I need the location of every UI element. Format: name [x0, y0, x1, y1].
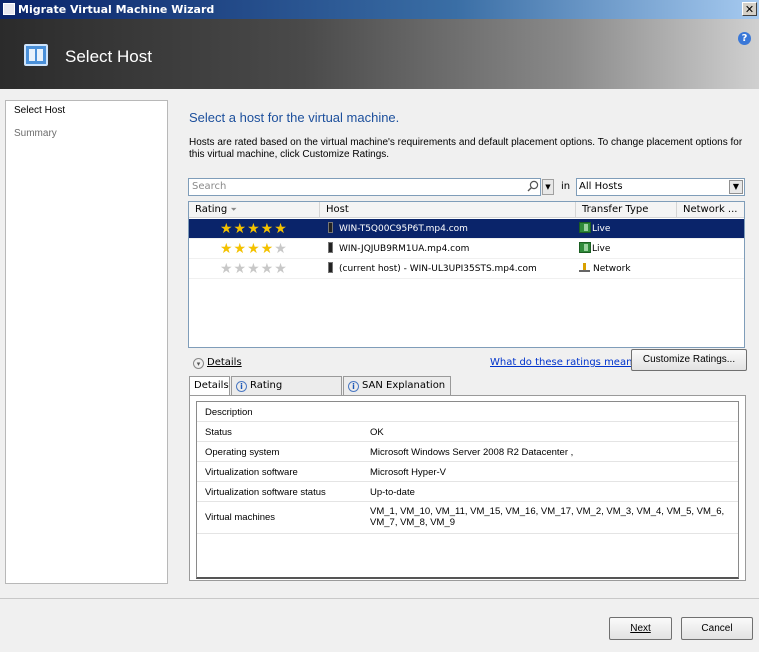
title-bar: Migrate Virtual Machine Wizard ✕ [0, 0, 759, 19]
collapse-chevron-icon: ▾ [193, 358, 204, 369]
table-row[interactable]: ★★★★★ WIN-T5Q00C95P6T.mp4.com Live [189, 219, 744, 239]
transfer-type-cell: Live [579, 219, 610, 239]
column-header-rating[interactable]: Rating ⏷ [189, 202, 320, 217]
page-title: Select Host [65, 47, 152, 66]
property-key: Virtualization software status [205, 487, 326, 498]
rating-stars: ★★★★★ [220, 241, 288, 257]
search-scope-label: in [561, 181, 571, 192]
property-value: Microsoft Hyper-V [370, 467, 447, 478]
transfer-type-cell: Live [579, 239, 610, 259]
host-scope-select[interactable]: All Hosts ▼ [576, 178, 745, 196]
tab-rating-explanation[interactable]: iRating Explanation [231, 376, 342, 408]
server-icon [328, 242, 333, 253]
table-row[interactable]: ★★★★★ WIN-JQJUB9RM1UA.mp4.com Live [189, 239, 744, 259]
server-icon [328, 262, 333, 273]
property-row: Virtualization software Microsoft Hyper-… [197, 462, 738, 482]
property-row: Operating system Microsoft Windows Serve… [197, 442, 738, 462]
wizard-body: Select Host Summary Select a host for th… [0, 89, 759, 652]
grid-header: Rating ⏷ Host Transfer Type Network ... [189, 202, 744, 218]
host-scope-value: All Hosts [579, 181, 623, 192]
wizard-app-icon [3, 3, 15, 15]
wizard-header: Select Host ? [0, 19, 759, 89]
tab-san-explanation[interactable]: i SAN Explanation [343, 376, 451, 395]
sidebar-item-select-host[interactable]: Select Host [6, 101, 167, 124]
column-header-network[interactable]: Network ... [677, 202, 744, 217]
property-grid: Description Status OK Operating system M… [196, 401, 739, 579]
property-key: Description [205, 407, 253, 418]
property-value: OK [370, 427, 384, 438]
help-icon[interactable]: ? [738, 32, 751, 45]
description-text: Hosts are rated based on the virtual mac… [189, 137, 743, 160]
network-icon [579, 263, 590, 272]
property-value: VM_1, VM_10, VM_11, VM_15, VM_16, VM_17,… [370, 506, 725, 528]
info-icon: i [348, 381, 359, 392]
property-key: Virtual machines [205, 512, 276, 523]
column-header-host[interactable]: Host [320, 202, 576, 217]
details-toggle-label: Details [207, 357, 242, 368]
rating-stars: ★★★★★ [220, 261, 288, 277]
sort-desc-icon: ⏷ [230, 205, 237, 214]
sidebar-item-summary[interactable]: Summary [6, 124, 167, 147]
host-cell: (current host) - WIN-UL3UPI35STS.mp4.com [328, 259, 537, 279]
property-row: Virtualization software status Up-to-dat… [197, 482, 738, 502]
property-value: Microsoft Windows Server 2008 R2 Datacen… [370, 447, 574, 458]
info-icon: i [236, 381, 247, 392]
details-panel: Description Status OK Operating system M… [189, 395, 746, 581]
footer-divider [0, 598, 759, 599]
next-button[interactable]: Next [609, 617, 672, 640]
customize-ratings-button[interactable]: Customize Ratings... [631, 349, 747, 371]
close-button[interactable]: ✕ [742, 2, 757, 16]
transfer-type-cell: Network [579, 259, 631, 279]
search-icon[interactable] [527, 180, 539, 192]
property-row: Virtual machines VM_1, VM_10, VM_11, VM_… [197, 502, 738, 534]
server-icon [328, 222, 333, 233]
property-key: Operating system [205, 447, 280, 458]
tab-details[interactable]: Details [189, 376, 230, 396]
property-row: Status OK [197, 422, 738, 442]
search-input[interactable]: Search [188, 178, 541, 196]
property-row: Description [197, 402, 738, 422]
ratings-help-link[interactable]: What do these ratings mean? [490, 357, 638, 368]
live-migration-icon [579, 242, 591, 253]
window-title: Migrate Virtual Machine Wizard [18, 3, 215, 16]
chevron-down-icon[interactable]: ▼ [729, 180, 743, 194]
live-migration-icon [579, 222, 591, 233]
host-cell: WIN-T5Q00C95P6T.mp4.com [328, 219, 468, 239]
host-cell: WIN-JQJUB9RM1UA.mp4.com [328, 239, 469, 259]
main-heading: Select a host for the virtual machine. [189, 110, 400, 125]
search-row: Search ▼ in All Hosts ▼ [188, 178, 745, 196]
select-host-icon [24, 44, 48, 66]
rating-stars: ★★★★★ [220, 221, 288, 237]
table-row[interactable]: ★★★★★ (current host) - WIN-UL3UPI35STS.m… [189, 259, 744, 279]
search-options-dropdown[interactable]: ▼ [542, 179, 554, 195]
column-header-transfer-type[interactable]: Transfer Type [576, 202, 677, 217]
wizard-steps-sidebar: Select Host Summary [5, 100, 168, 584]
cancel-button[interactable]: Cancel [681, 617, 753, 640]
property-key: Status [205, 427, 232, 438]
hosts-grid[interactable]: Rating ⏷ Host Transfer Type Network ... … [188, 201, 745, 348]
property-value: Up-to-date [370, 487, 415, 498]
details-toggle[interactable]: ▾ Details [193, 357, 242, 369]
property-key: Virtualization software [205, 467, 298, 478]
